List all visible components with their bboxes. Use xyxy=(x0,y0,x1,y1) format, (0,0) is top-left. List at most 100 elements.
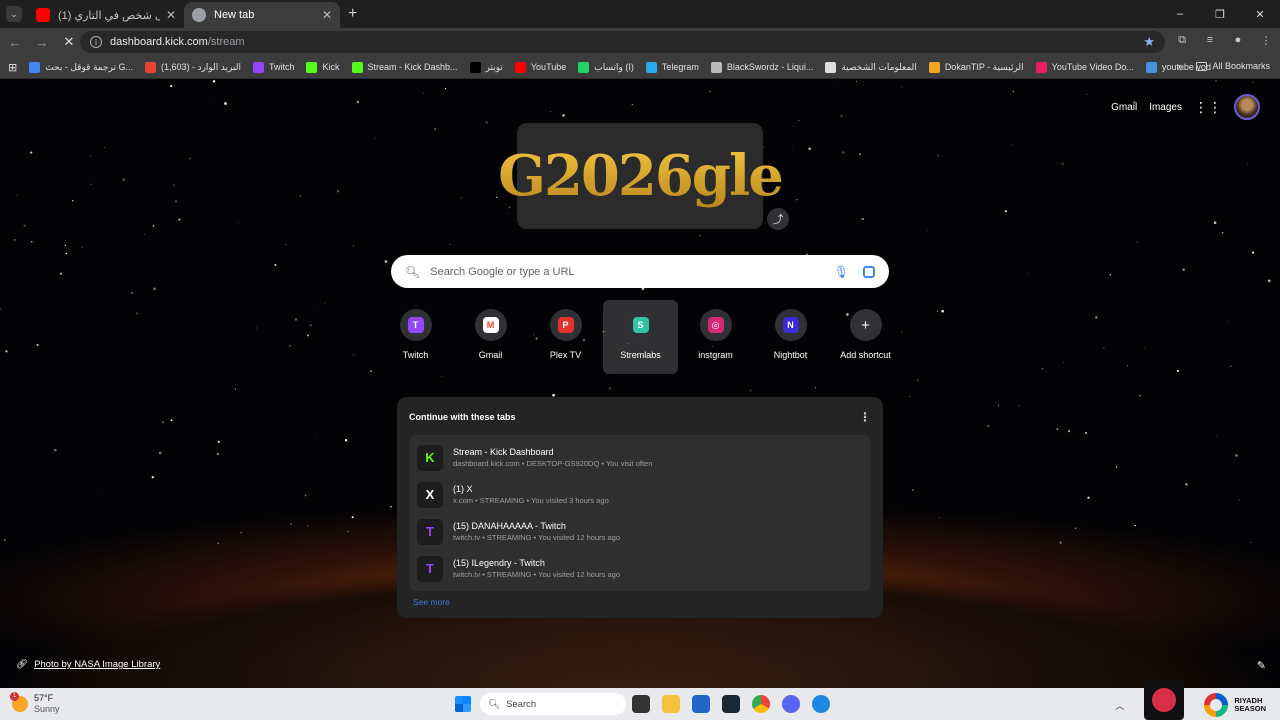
stop-loading-icon[interactable]: ✕ xyxy=(57,34,81,50)
file-explorer-icon[interactable] xyxy=(662,695,680,713)
list-item[interactable]: T (15) DANAHAAAAA - Twitch twitch.tv • STR… xyxy=(409,513,871,550)
minimize-button[interactable]: – xyxy=(1160,8,1200,20)
star-dot xyxy=(1247,163,1248,164)
tab-title: (1) X xyxy=(453,484,473,494)
customize-pencil-icon[interactable]: ✎ xyxy=(1257,659,1266,672)
media-controls-icon[interactable]: ≡ xyxy=(1202,34,1218,47)
apps-grid-icon[interactable]: ⊞ xyxy=(8,61,17,74)
star-dot xyxy=(224,102,227,105)
game-tray-icon[interactable] xyxy=(1144,680,1185,720)
bookmarks-right: » All Bookmarks xyxy=(1177,61,1270,71)
weather-widget[interactable]: 1 57°F Sunny xyxy=(10,692,60,715)
google-apps-icon[interactable]: ⋮⋮ xyxy=(1194,99,1222,116)
shortcut-stremlabs[interactable]: S Stremlabs xyxy=(603,300,678,374)
star-dot xyxy=(152,225,155,227)
site-info-icon[interactable]: i xyxy=(90,36,102,48)
star-dot xyxy=(1134,524,1136,527)
close-icon[interactable]: ✕ xyxy=(166,8,176,22)
google-doodle[interactable]: G2026gle xyxy=(498,123,784,229)
windows-start-icon[interactable] xyxy=(455,696,471,712)
shortcut-twitch[interactable]: T Twitch xyxy=(378,300,453,374)
more-options-icon[interactable]: ⋮ xyxy=(859,410,871,424)
tab-youtube[interactable]: (1) من هو اغنى شخص في التاري ✕ xyxy=(28,2,184,28)
forward-arrow-icon[interactable]: → xyxy=(30,35,54,50)
close-window-button[interactable]: ✕ xyxy=(1240,8,1280,21)
profile-icon[interactable]: ● xyxy=(1230,34,1246,47)
back-arrow-icon[interactable]: ← xyxy=(3,35,27,50)
shortcut-label: Nightbot xyxy=(773,350,808,360)
list-item[interactable]: T (15) ILegendry - Twitch twitch.tv • STRE… xyxy=(409,550,871,587)
star-dot xyxy=(23,224,26,227)
tab-favicon-icon: T xyxy=(417,555,443,582)
star-dot xyxy=(792,126,794,128)
bookmark-item[interactable]: ترجمة قوقل - بحث G... xyxy=(29,61,133,73)
avatar[interactable] xyxy=(1234,94,1260,120)
photo-credit[interactable]: 🔗︎ Photo by NASA Image Library xyxy=(16,659,160,670)
new-tab-button[interactable]: + xyxy=(348,5,357,23)
search-box[interactable]: 🔍︎ Search Google or type a URL 🎙︎ xyxy=(391,255,889,288)
maximize-button[interactable]: ❐ xyxy=(1200,8,1240,21)
see-more-link[interactable]: See more xyxy=(413,597,871,607)
star-dot xyxy=(158,451,162,455)
more-bookmarks-chevron-icon[interactable]: » xyxy=(1177,61,1182,71)
gmail-link[interactable]: Gmail xyxy=(1111,102,1137,113)
bookmark-item[interactable]: المعلومات الشخصية xyxy=(825,61,917,73)
star-dot xyxy=(1063,362,1064,363)
taskbar-search[interactable]: 🔍︎ Search xyxy=(480,693,626,715)
tab-title: (15) DANAHAAAAA - Twitch xyxy=(453,521,566,531)
star-dot xyxy=(217,440,220,444)
extensions-icon[interactable]: ⧉ xyxy=(1174,34,1190,47)
chevron-up-icon[interactable]: ︿ xyxy=(1115,699,1124,712)
bookmark-label: البريد الوارد - (1,603) xyxy=(161,61,241,72)
shortcut-gmail[interactable]: M Gmail xyxy=(453,300,528,374)
star-dot xyxy=(1056,428,1059,431)
bookmark-item[interactable]: Telegram xyxy=(645,61,699,73)
bookmark-item[interactable]: YouTube Video Do... xyxy=(1035,61,1134,73)
task-view-icon[interactable] xyxy=(632,695,650,713)
shortcut-plex-tv[interactable]: P Plex TV xyxy=(528,300,603,374)
search-input[interactable]: Search Google or type a URL xyxy=(430,266,824,278)
star-dot xyxy=(307,525,309,527)
bookmark-star-icon[interactable]: ★ xyxy=(1143,34,1155,50)
star-dot xyxy=(356,100,360,104)
shortcut-instgram[interactable]: ◎ instgram xyxy=(678,300,753,374)
bookmark-item[interactable]: البريد الوارد - (1,603) xyxy=(145,61,241,73)
microphone-icon[interactable]: 🎙︎ xyxy=(834,265,849,279)
star-dot xyxy=(274,263,277,267)
bookmark-item[interactable]: Kick xyxy=(306,61,340,73)
star-dot xyxy=(1238,499,1240,501)
shortcut-add-shortcut[interactable]: + Add shortcut xyxy=(828,300,903,374)
close-icon[interactable]: ✕ xyxy=(322,8,332,22)
shortcut-label: Gmail xyxy=(478,350,503,360)
tab-search-button[interactable]: ⌄ xyxy=(6,6,22,22)
bookmark-item[interactable]: BlackSwordz - Liqui... xyxy=(710,61,813,73)
bookmark-item[interactable]: Stream - Kick Dashb... xyxy=(351,61,458,73)
bookmark-item[interactable]: تويتر xyxy=(469,61,503,73)
store-icon[interactable] xyxy=(692,695,710,713)
images-link[interactable]: Images xyxy=(1149,102,1182,113)
shortcut-nightbot[interactable]: N Nightbot xyxy=(753,300,828,374)
bookmark-item[interactable]: DokanTIP - الرئيسية xyxy=(928,61,1024,73)
tab-new-tab[interactable]: New tab ✕ xyxy=(184,2,340,28)
discord-icon[interactable] xyxy=(782,695,800,713)
app-icon[interactable] xyxy=(812,695,830,713)
list-item[interactable]: X (1) X x.com • STREAMING • You visited 3 … xyxy=(409,476,871,513)
bookmark-item[interactable]: واتساب (I) xyxy=(578,61,634,73)
steam-icon[interactable] xyxy=(722,695,740,713)
globe-icon xyxy=(192,8,206,22)
bookmark-label: Telegram xyxy=(661,62,699,72)
google-lens-icon[interactable] xyxy=(863,265,875,278)
bookmark-item[interactable]: YouTube xyxy=(514,61,566,73)
list-item[interactable]: K Stream - Kick Dashboard dashboard.kick.c… xyxy=(409,439,871,476)
address-bar[interactable]: i dashboard.kick.com/stream ★ xyxy=(80,31,1165,53)
star-dot xyxy=(909,396,910,398)
share-icon[interactable]: ⤴ xyxy=(767,208,789,230)
menu-icon[interactable]: ⋮ xyxy=(1258,34,1274,47)
shortcut-favicon-icon: M xyxy=(482,317,499,333)
shortcut-favicon-icon: P xyxy=(557,317,574,333)
bookmark-item[interactable]: Twitch xyxy=(252,61,294,73)
star-dot xyxy=(173,184,175,186)
chrome-icon[interactable] xyxy=(752,695,770,713)
photo-credit-link[interactable]: Photo by NASA Image Library xyxy=(34,659,160,670)
all-bookmarks-button[interactable]: All Bookmarks xyxy=(1196,61,1270,71)
